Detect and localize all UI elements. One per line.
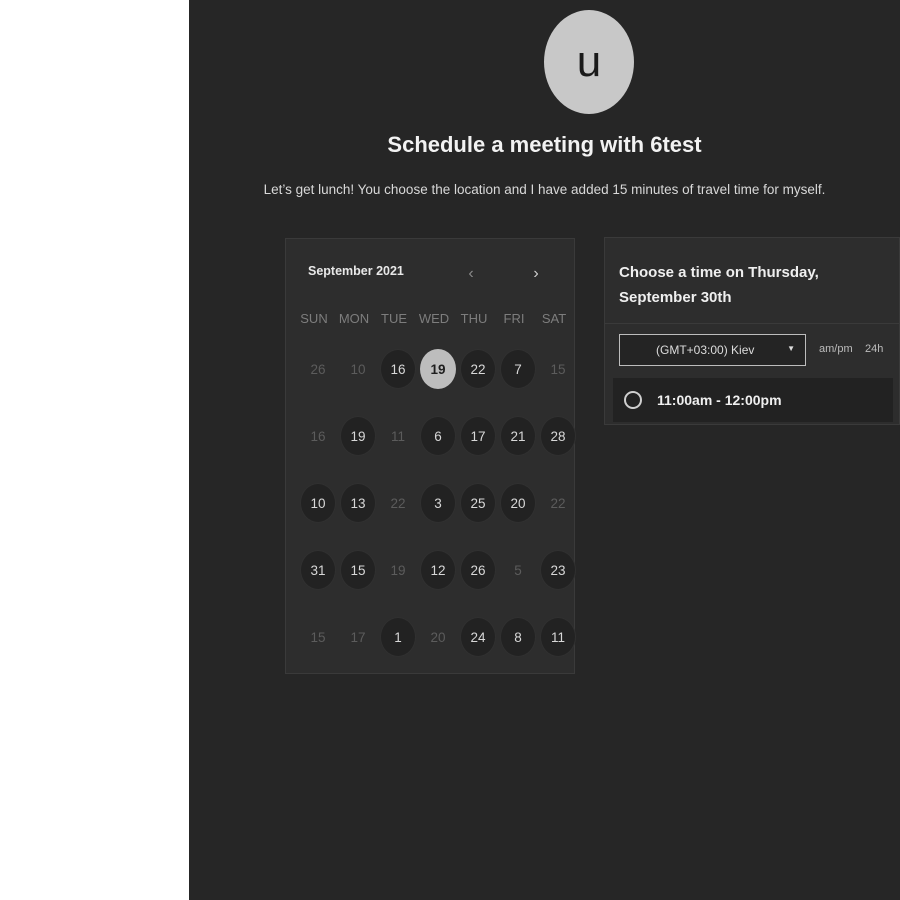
calendar-day-unavailable: 10 xyxy=(350,361,366,377)
calendar-day-unavailable: 15 xyxy=(550,361,566,377)
scheduler-page: u Schedule a meeting with 6test Let’s ge… xyxy=(189,0,900,900)
calendar-day-available[interactable]: 23 xyxy=(540,550,576,590)
month-label: September 2021 xyxy=(308,264,404,278)
calendar-day-available[interactable]: 22 xyxy=(460,349,496,389)
calendar-day-available[interactable]: 1 xyxy=(380,617,416,657)
next-month-button[interactable]: › xyxy=(527,263,545,285)
timezone-value: (GMT+03:00) Kiev xyxy=(656,343,755,357)
caret-down-icon: ▼ xyxy=(787,344,795,353)
day-of-week-label: WED xyxy=(418,311,450,326)
calendar-day-unavailable: 17 xyxy=(350,629,366,645)
time-slot[interactable]: 11:00am - 12:00pm xyxy=(613,378,893,422)
day-of-week-label: MON xyxy=(338,311,370,326)
calendar-day-available[interactable]: 16 xyxy=(380,349,416,389)
days-of-week-row: SUN MON TUE WED THU FRI SAT xyxy=(294,311,574,326)
calendar-day-available[interactable]: 24 xyxy=(460,617,496,657)
prev-month-button[interactable]: ‹ xyxy=(462,263,480,285)
avatar: u xyxy=(544,10,634,114)
calendar-day-available[interactable]: 11 xyxy=(540,617,576,657)
divider xyxy=(605,323,899,324)
calendar-day-unavailable: 15 xyxy=(310,629,326,645)
calendar-header: September 2021 ‹ › xyxy=(286,239,574,305)
day-of-week-label: TUE xyxy=(381,311,407,326)
page-title: Schedule a meeting with 6test xyxy=(387,132,702,157)
calendar-day-available[interactable]: 15 xyxy=(340,550,376,590)
calendar-day-available[interactable]: 19 xyxy=(340,416,376,456)
calendar-day-available[interactable]: 13 xyxy=(340,483,376,523)
calendar-day-selected[interactable]: 19 xyxy=(420,349,456,389)
left-blank-area xyxy=(0,0,189,900)
time-selection-panel: Choose a time on Thursday, September 30t… xyxy=(604,237,900,425)
chevron-left-icon: ‹ xyxy=(468,265,474,282)
day-of-week-label: THU xyxy=(460,311,488,326)
day-of-week-label: SUN xyxy=(300,311,328,326)
calendar-panel: September 2021 ‹ › SUN MON TUE WED THU FRI SAT… xyxy=(285,238,576,674)
calendar-day-available[interactable]: 3 xyxy=(420,483,456,523)
format-ampm-toggle[interactable]: am/pm xyxy=(819,343,853,355)
calendar-day-unavailable: 16 xyxy=(310,428,326,444)
day-of-week-label: SAT xyxy=(541,311,567,326)
calendar-day-available[interactable]: 21 xyxy=(500,416,536,456)
calendar-day-available[interactable]: 26 xyxy=(460,550,496,590)
radio-icon[interactable] xyxy=(624,391,642,409)
calendar-day-available[interactable]: 6 xyxy=(420,416,456,456)
timezone-select[interactable]: (GMT+03:00) Kiev ▼ xyxy=(619,334,806,366)
time-panel-title: Choose a time on Thursday, September 30t… xyxy=(619,264,819,306)
calendar-day-available[interactable]: 12 xyxy=(420,550,456,590)
calendar-day-available[interactable]: 7 xyxy=(500,349,536,389)
day-of-week-label: FRI xyxy=(503,311,525,326)
calendar-day-available[interactable]: 28 xyxy=(540,416,576,456)
calendar-day-grid: 26 10 16 19 22 7 15 16 19 11 6 17 21 28 10 13 22 3 25 20 22 3… xyxy=(298,349,578,684)
calendar-day-available[interactable]: 31 xyxy=(300,550,336,590)
calendar-day-available[interactable]: 25 xyxy=(460,483,496,523)
calendar-day-available[interactable]: 10 xyxy=(300,483,336,523)
calendar-day-available[interactable]: 8 xyxy=(500,617,536,657)
calendar-day-unavailable: 19 xyxy=(390,562,406,578)
format-24h-toggle[interactable]: 24h xyxy=(865,343,883,355)
chevron-right-icon: › xyxy=(533,265,539,282)
calendar-day-unavailable: 22 xyxy=(550,495,566,511)
avatar-letter: u xyxy=(576,37,602,86)
calendar-day-unavailable: 20 xyxy=(430,629,446,645)
time-slot-label: 11:00am - 12:00pm xyxy=(657,392,782,408)
calendar-day-unavailable: 5 xyxy=(514,562,522,578)
calendar-day-unavailable: 22 xyxy=(390,495,406,511)
calendar-day-available[interactable]: 17 xyxy=(460,416,496,456)
calendar-day-unavailable: 26 xyxy=(310,361,326,377)
meeting-description: Let’s get lunch! You choose the location… xyxy=(263,182,826,197)
calendar-day-available[interactable]: 20 xyxy=(500,483,536,523)
calendar-day-unavailable: 11 xyxy=(390,428,405,444)
